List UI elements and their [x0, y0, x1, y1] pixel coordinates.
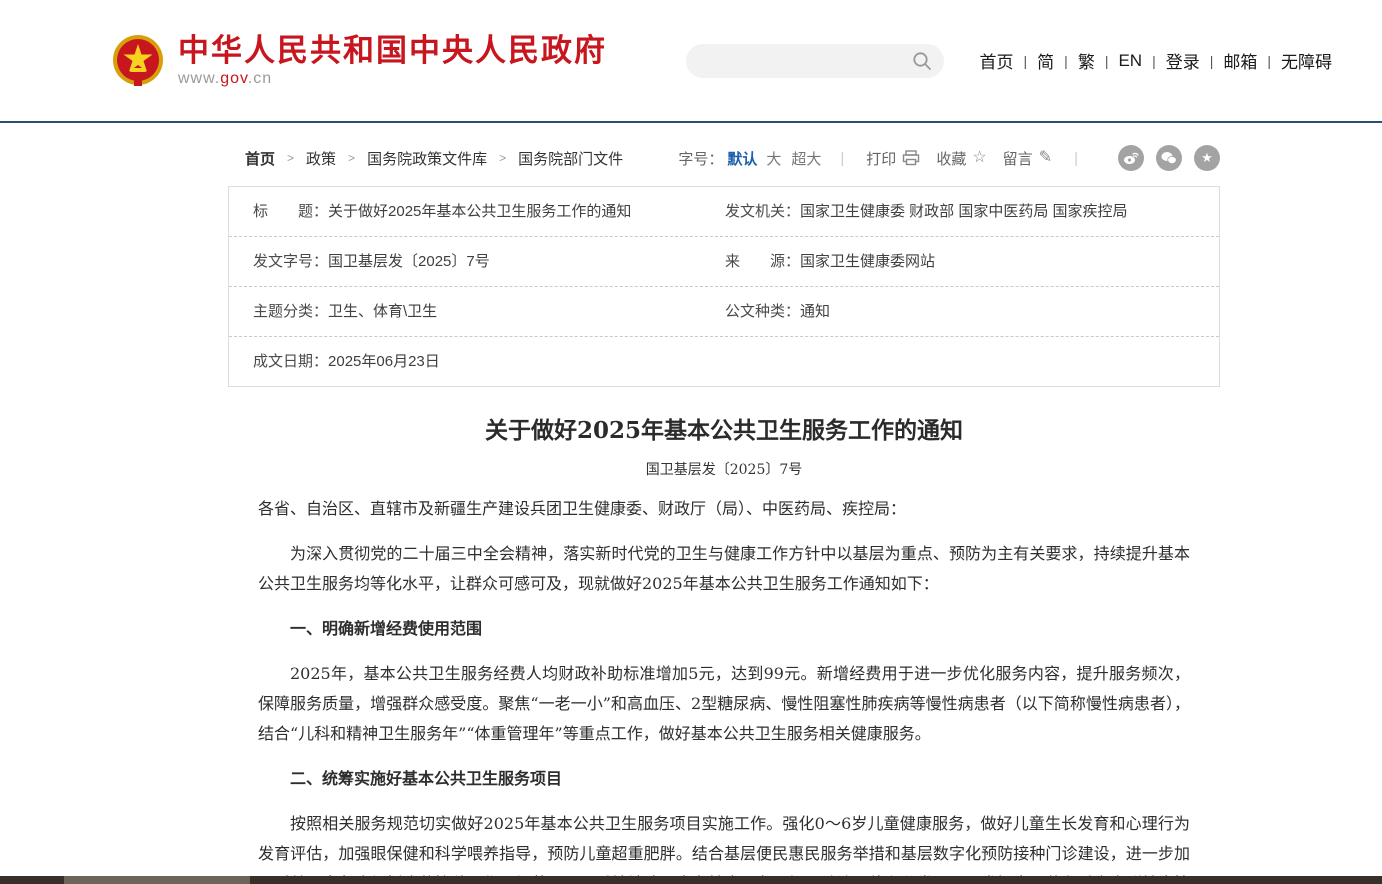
star-outline-icon: ☆ — [972, 150, 986, 166]
meta-title: 标 题： 关于做好2025年基本公共卫生服务工作的通知 — [253, 187, 725, 236]
meta-date: 成文日期： 2025年06月23日 — [253, 337, 725, 386]
fontsize-label: 字号： — [678, 148, 723, 169]
section-heading-2: 二、统筹实施好基本公共卫生服务项目 — [258, 764, 1190, 794]
nav-accessibility[interactable]: 无障碍 — [1271, 48, 1342, 73]
share-group: ★ — [1106, 145, 1220, 171]
nav-mail[interactable]: 邮箱 — [1213, 48, 1267, 73]
chevron-right-icon: > — [287, 151, 294, 165]
paragraph-salutation: 各省、自治区、直辖市及新疆生产建设兵团卫生健康委、财政厅（局）、中医药局、疾控局… — [258, 494, 1190, 524]
meta-value: 2025年06月23日 — [328, 337, 440, 386]
meta-label: 发文机关： — [725, 187, 800, 236]
meta-value: 通知 — [800, 287, 830, 336]
meta-doc-type: 公文种类： 通知 — [725, 287, 830, 336]
site-url-cn: .cn — [248, 70, 272, 87]
meta-value: 国家卫生健康委 财政部 国家中医药局 国家疾控局 — [800, 187, 1128, 236]
meta-value: 国家卫生健康委网站 — [800, 237, 935, 286]
document-meta-table: 标 题： 关于做好2025年基本公共卫生服务工作的通知 发文机关： 国家卫生健康… — [228, 186, 1220, 387]
toolbar-divider: | — [840, 150, 844, 167]
site-url-gov: gov — [220, 70, 248, 87]
nav-login[interactable]: 登录 — [1156, 48, 1210, 73]
nav-traditional[interactable]: 繁 — [1068, 48, 1105, 73]
document-number: 国卫基层发〔2025〕7号 — [258, 459, 1190, 479]
section-heading-1: 一、明确新增经费使用范围 — [258, 614, 1190, 644]
nav-home[interactable]: 首页 — [970, 48, 1024, 73]
content-area: 首页 > 政策 > 国务院政策文件库 > 国务院部门文件 字号： 默认 大 超大… — [228, 145, 1220, 884]
meta-label: 来 源： — [725, 237, 800, 286]
breadcrumb-policy-library[interactable]: 国务院政策文件库 — [367, 148, 487, 169]
meta-row: 成文日期： 2025年06月23日 — [229, 337, 1219, 386]
print-label: 打印 — [866, 148, 896, 169]
chevron-right-icon: > — [499, 151, 506, 165]
fontsize-large-button[interactable]: 大 — [766, 148, 781, 169]
meta-label: 公文种类： — [725, 287, 800, 336]
meta-label: 标 题： — [253, 187, 328, 236]
site-header: 中华人民共和国中央人民政府 www.gov.cn 首页| 简| 繁| EN| 登… — [0, 0, 1382, 123]
document-title: 关于做好2025年基本公共卫生服务工作的通知 — [258, 411, 1190, 445]
wechat-share-icon[interactable] — [1156, 145, 1182, 171]
page-tools: 字号： 默认 大 超大 | 打印 收藏 ☆ — [678, 145, 1220, 171]
horizontal-scrollbar[interactable] — [0, 876, 1382, 884]
comment-label: 留言 — [1003, 148, 1033, 169]
meta-label: 发文字号： — [253, 237, 328, 286]
site-logo[interactable]: 中华人民共和国中央人民政府 www.gov.cn — [112, 33, 607, 89]
meta-value: 卫生、体育\卫生 — [328, 287, 437, 336]
weibo-share-icon[interactable] — [1118, 145, 1144, 171]
crumb-toolbar: 首页 > 政策 > 国务院政策文件库 > 国务院部门文件 字号： 默认 大 超大… — [228, 145, 1220, 171]
chevron-right-icon: > — [348, 151, 355, 165]
printer-icon — [902, 150, 920, 166]
favorites-share-icon[interactable]: ★ — [1194, 145, 1220, 171]
comment-button[interactable]: 留言 ✎ — [1003, 148, 1052, 169]
meta-label: 成文日期： — [253, 337, 328, 386]
site-url-www: www. — [178, 70, 220, 87]
pencil-icon: ✎ — [1039, 150, 1052, 166]
meta-label: 主题分类： — [253, 287, 328, 336]
breadcrumb-department-docs[interactable]: 国务院部门文件 — [518, 148, 623, 169]
toolbar-divider: | — [1074, 150, 1078, 167]
page: 中华人民共和国中央人民政府 www.gov.cn 首页| 简| 繁| EN| 登… — [0, 0, 1382, 884]
meta-topic-category: 主题分类： 卫生、体育\卫生 — [253, 287, 725, 336]
site-url: www.gov.cn — [178, 70, 607, 88]
search-icon[interactable] — [912, 51, 932, 71]
top-nav: 首页| 简| 繁| EN| 登录| 邮箱| 无障碍 — [970, 48, 1342, 73]
meta-doc-number: 发文字号： 国卫基层发〔2025〕7号 — [253, 237, 725, 286]
document-body: 关于做好2025年基本公共卫生服务工作的通知 国卫基层发〔2025〕7号 各省、… — [228, 411, 1220, 884]
meta-row: 发文字号： 国卫基层发〔2025〕7号 来 源： 国家卫生健康委网站 — [229, 237, 1219, 287]
scrollbar-thumb[interactable] — [64, 876, 250, 884]
fontsize-xlarge-button[interactable]: 超大 — [791, 148, 821, 169]
breadcrumb: 首页 > 政策 > 国务院政策文件库 > 国务院部门文件 — [228, 148, 623, 169]
nav-simplified[interactable]: 简 — [1027, 48, 1064, 73]
print-button[interactable]: 打印 — [866, 148, 920, 169]
meta-row: 标 题： 关于做好2025年基本公共卫生服务工作的通知 发文机关： 国家卫生健康… — [229, 187, 1219, 237]
meta-source: 来 源： 国家卫生健康委网站 — [725, 237, 935, 286]
paragraph: 为深入贯彻党的二十届三中全会精神，落实新时代党的卫生与健康工作方针中以基层为重点… — [258, 539, 1190, 599]
meta-value: 国卫基层发〔2025〕7号 — [328, 237, 490, 286]
favorite-button[interactable]: 收藏 ☆ — [936, 148, 986, 169]
meta-issuing-agency: 发文机关： 国家卫生健康委 财政部 国家中医药局 国家疾控局 — [725, 187, 1128, 236]
meta-row: 主题分类： 卫生、体育\卫生 公文种类： 通知 — [229, 287, 1219, 337]
paragraph: 按照相关服务规范切实做好2025年基本公共卫生服务项目实施工作。强化0～6岁儿童… — [258, 809, 1190, 884]
national-emblem-icon — [112, 34, 164, 86]
breadcrumb-policy[interactable]: 政策 — [306, 148, 336, 169]
site-title: 中华人民共和国中央人民政府 — [178, 33, 607, 69]
breadcrumb-home[interactable]: 首页 — [245, 148, 275, 169]
paragraph: 2025年，基本公共卫生服务经费人均财政补助标准增加5元，达到99元。新增经费用… — [258, 659, 1190, 749]
search-box — [686, 44, 944, 78]
meta-value: 关于做好2025年基本公共卫生服务工作的通知 — [328, 187, 631, 236]
favorite-label: 收藏 — [936, 148, 966, 169]
fontsize-default-button[interactable]: 默认 — [727, 148, 757, 169]
search-input[interactable] — [702, 44, 902, 78]
nav-english[interactable]: EN — [1108, 51, 1152, 71]
